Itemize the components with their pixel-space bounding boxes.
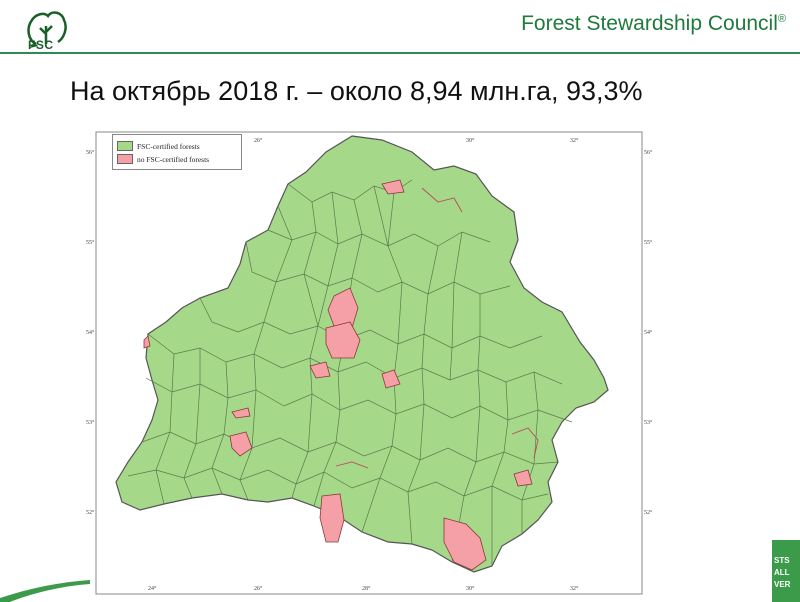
lat-label-left: 52°: [86, 509, 95, 516]
lat-label-left: 56°: [86, 149, 95, 156]
legend-label: no FSC-certified forests: [137, 154, 210, 164]
lat-label-left: 54°: [86, 329, 95, 336]
lat-label-right: 55°: [644, 239, 652, 246]
legend-item-non-certified: no FSC-certified forests: [117, 154, 209, 164]
lat-label-left: 55°: [86, 239, 95, 246]
corner-text: VER: [774, 580, 791, 589]
corner-text: ALL: [774, 568, 790, 577]
lon-label: 26°: [254, 585, 263, 592]
lon-label: 30°: [466, 585, 475, 592]
decorative-swoosh: [0, 580, 90, 602]
logo-text: FSC: [28, 38, 54, 52]
corner-text: STS: [774, 556, 790, 565]
org-name: Forest Stewardship Council®: [521, 12, 786, 36]
lon-label: 24°: [148, 585, 157, 592]
legend-swatch-certified: [117, 141, 133, 151]
org-name-text: Forest Stewardship Council: [521, 12, 778, 35]
lat-labels-right: 56° 55° 54° 53° 52°: [644, 149, 652, 516]
lon-label-top: 30°: [466, 137, 475, 144]
lat-label-left: 53°: [86, 419, 95, 426]
belarus-fsc-map: 56° 55° 54° 53° 52° 56° 55° 54° 53° 52° …: [86, 131, 652, 595]
slide-header: FSC Forest Stewardship Council®: [0, 0, 800, 56]
slide-title: На октябрь 2018 г. – около 8,94 млн.га, …: [70, 76, 643, 106]
lat-label-right: 52°: [644, 509, 652, 516]
lon-label-top: 32°: [570, 137, 579, 144]
legend-label: FSC-certified forests: [137, 141, 200, 151]
legend-item-certified: FSC-certified forests: [117, 141, 200, 151]
header-divider: [0, 52, 800, 54]
lat-label-right: 56°: [644, 149, 652, 156]
legend-swatch-non-certified: [117, 154, 133, 164]
lon-label-top: 26°: [254, 137, 263, 144]
lat-label-right: 53°: [644, 419, 652, 426]
lat-labels-left: 56° 55° 54° 53° 52°: [86, 149, 95, 516]
registered-mark: ®: [777, 13, 786, 25]
lat-label-right: 54°: [644, 329, 652, 336]
lon-label: 32°: [570, 585, 579, 592]
lon-label: 28°: [362, 585, 371, 592]
map-legend: FSC-certified forests no FSC-certified f…: [112, 134, 242, 170]
